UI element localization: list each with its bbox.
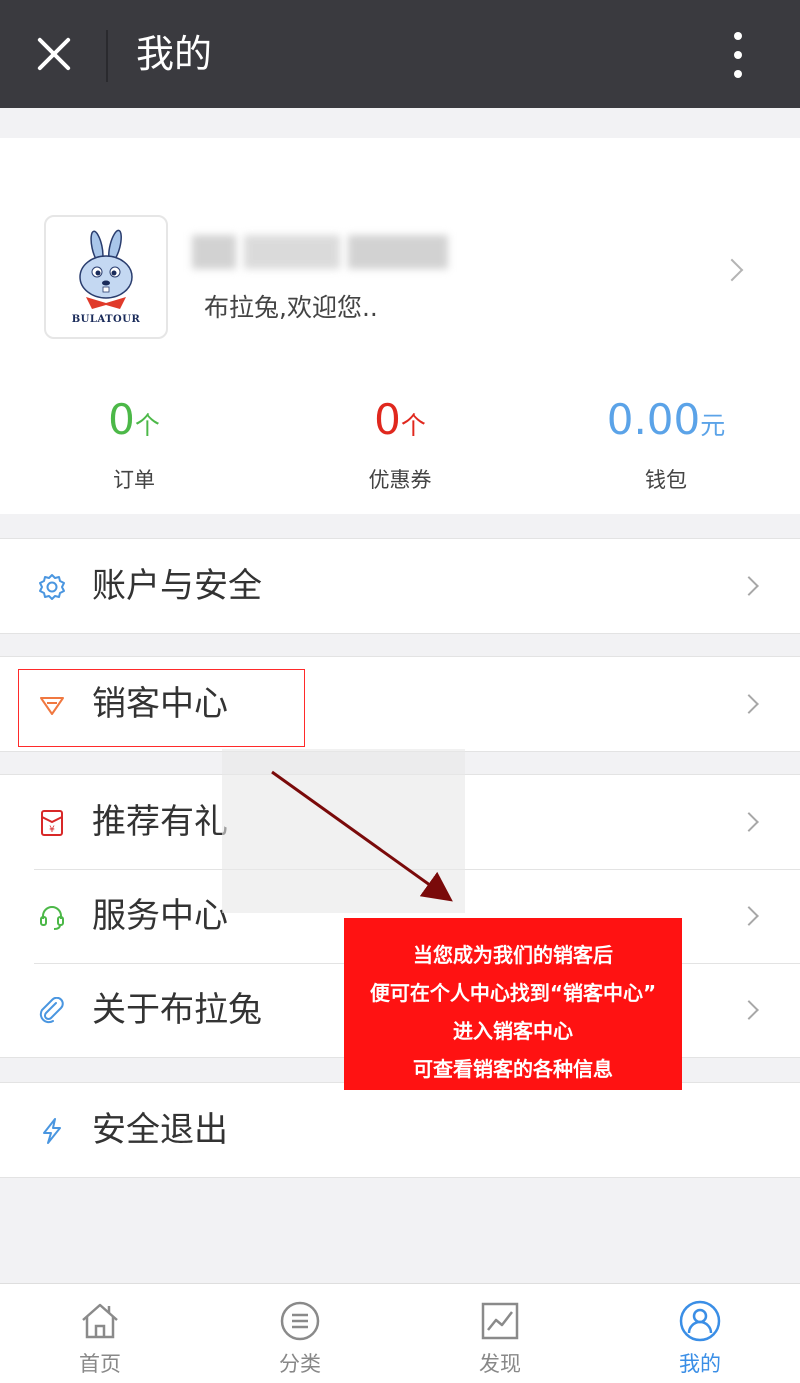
stat-coupons[interactable]: 0个 优惠券 xyxy=(300,394,500,494)
top-bar: 我的 xyxy=(0,0,800,108)
gear-icon xyxy=(39,574,65,600)
page-title: 我的 xyxy=(136,32,213,76)
tab-label: 我的 xyxy=(679,1352,721,1376)
chevron-right-icon xyxy=(739,1000,759,1020)
stat-value: 0 xyxy=(374,395,401,444)
tab-category[interactable]: 分类 xyxy=(200,1284,400,1383)
tab-label: 发现 xyxy=(479,1352,521,1376)
chevron-right-icon xyxy=(739,812,759,832)
user-icon xyxy=(679,1300,721,1342)
avatar-brand-text: BULATOUR xyxy=(71,314,141,325)
stat-value: 0.00 xyxy=(606,395,701,444)
headset-icon xyxy=(40,906,64,930)
callout-line: 进入销客中心 xyxy=(453,1019,573,1043)
tab-discover[interactable]: 发现 xyxy=(400,1284,600,1383)
stat-orders[interactable]: 0个 订单 xyxy=(34,394,234,494)
profile-card[interactable]: BULATOUR 布拉兔,欢迎您.. 0个 订单 0个 优惠券 0.00元 钱包 xyxy=(0,138,800,514)
stat-value: 0 xyxy=(108,395,135,444)
stat-unit: 个 xyxy=(134,411,160,440)
menu-item-logout[interactable]: 安全退出 xyxy=(0,1083,800,1177)
annotation-shade xyxy=(222,749,465,913)
bottom-tab-bar: 首页 分类 发现 我的 xyxy=(0,1283,800,1383)
tab-label: 分类 xyxy=(279,1352,321,1376)
menu-label: 安全退出 xyxy=(92,1110,228,1150)
svg-text:¥: ¥ xyxy=(49,825,55,835)
menu-label: 账户与安全 xyxy=(92,566,262,606)
more-menu-icon[interactable] xyxy=(724,30,752,80)
chevron-right-icon xyxy=(739,576,759,596)
welcome-text: 布拉兔,欢迎您.. xyxy=(204,293,378,322)
menu-item-account-security[interactable]: 账户与安全 xyxy=(0,539,800,633)
home-icon xyxy=(82,1303,118,1339)
menu-label: 推荐有礼 xyxy=(92,802,228,842)
menu-group-logout: 安全退出 xyxy=(0,1082,800,1178)
tab-mine[interactable]: 我的 xyxy=(600,1284,800,1383)
menu-label: 关于布拉兔 xyxy=(92,990,262,1030)
stat-label: 优惠券 xyxy=(368,468,432,492)
stat-wallet[interactable]: 0.00元 钱包 xyxy=(566,394,766,494)
tab-home[interactable]: 首页 xyxy=(0,1284,200,1383)
callout-line: 可查看销客的各种信息 xyxy=(413,1057,613,1081)
avatar[interactable]: BULATOUR xyxy=(44,215,168,339)
stat-unit: 元 xyxy=(700,411,726,440)
chart-icon xyxy=(481,1302,519,1340)
divider xyxy=(106,30,108,82)
stat-label: 订单 xyxy=(113,468,155,492)
close-icon[interactable] xyxy=(30,30,78,78)
lightning-icon xyxy=(43,1118,61,1144)
menu-label: 服务中心 xyxy=(92,896,228,936)
username-blurred xyxy=(190,232,452,272)
tab-label: 首页 xyxy=(79,1352,121,1376)
highlight-box xyxy=(18,669,305,747)
menu-group-account: 账户与安全 xyxy=(0,538,800,634)
callout-line: 当您成为我们的销客后 xyxy=(413,943,613,967)
list-icon xyxy=(280,1301,320,1341)
chevron-right-icon xyxy=(720,258,744,282)
red-envelope-icon: ¥ xyxy=(41,810,63,836)
stat-unit: 个 xyxy=(400,411,426,440)
annotation-callout: 当您成为我们的销客后 便可在个人中心找到“销客中心” 进入销客中心 可查看销客的… xyxy=(344,918,682,1090)
paperclip-icon xyxy=(39,997,64,1024)
stat-label: 钱包 xyxy=(645,468,687,492)
chevron-right-icon xyxy=(739,906,759,926)
callout-line: 便可在个人中心找到“销客中心” xyxy=(369,981,657,1005)
chevron-right-icon xyxy=(739,694,759,714)
